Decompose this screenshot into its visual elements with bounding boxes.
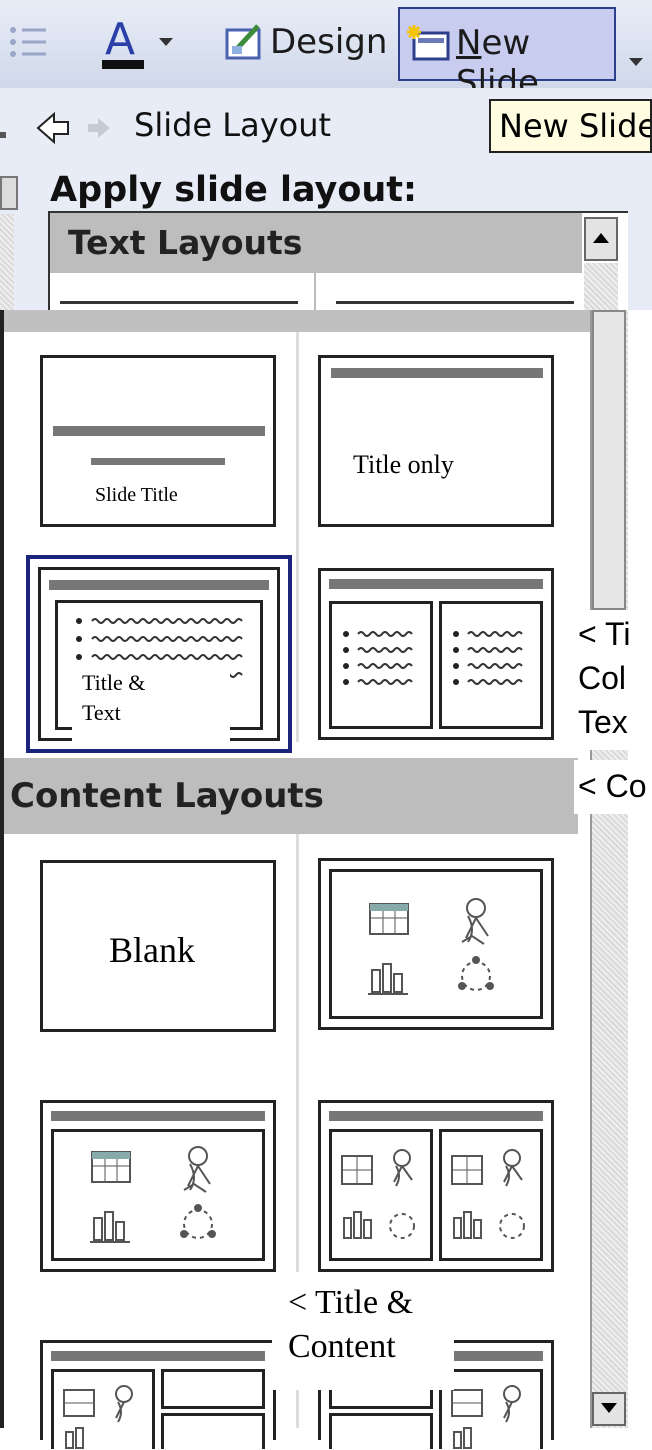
content-placeholder-icons: [63, 1385, 133, 1449]
annotation-two-column-line2: Col: [578, 660, 627, 696]
layout-gallery-top[interactable]: Text Layouts: [48, 211, 628, 313]
annotation-two-column-line1: < Ti: [578, 616, 631, 652]
subtitle-bar: [91, 458, 225, 465]
font-color-icon[interactable]: A: [100, 10, 146, 72]
annotation-title-content-line2: Content: [288, 1328, 396, 1365]
title-bar: [49, 580, 269, 590]
layout-title-only[interactable]: Title only: [318, 355, 554, 527]
left-edge-dot: [0, 132, 6, 138]
bullet-list-icon: [343, 631, 413, 685]
content-frame: [51, 1129, 265, 1261]
annotation-two-column-line3: Tex: [578, 704, 628, 740]
right-bottom-content-frame: [161, 1413, 265, 1449]
layout-title-and-content[interactable]: [40, 1100, 276, 1272]
column-divider: [314, 273, 316, 313]
section-header-content-layouts: Content Layouts: [4, 758, 578, 834]
apply-layout-label: Apply slide layout:: [50, 170, 418, 210]
design-icon: [224, 22, 264, 62]
chart-icon: [368, 963, 408, 995]
right-content-frame: [439, 1369, 543, 1449]
new-slide-dropdown-icon[interactable]: [626, 52, 646, 72]
section-header-text-layouts: Text Layouts: [50, 213, 582, 273]
title-bar: [51, 1351, 265, 1361]
caption-title-text-line2: Text: [82, 700, 121, 725]
back-arrow-icon[interactable]: [34, 110, 74, 146]
title-bar: [53, 426, 265, 436]
gallery-scrollbar-thumb[interactable]: [592, 310, 626, 610]
scroll-down-icon: [601, 1403, 617, 1413]
font-color-dropdown-icon[interactable]: [156, 32, 176, 52]
new-slide-icon: [406, 23, 452, 63]
diagram-icon: [458, 956, 494, 991]
thumb-top-edge-2: [336, 301, 574, 304]
scroll-track-top: [584, 263, 618, 312]
layout-blank[interactable]: Blank: [40, 860, 276, 1032]
new-slide-button[interactable]: New Slide: [398, 7, 616, 103]
scroll-up-icon: [593, 233, 609, 243]
bullet-list-icon: [453, 631, 523, 685]
annotation-content-box: < Co: [574, 760, 652, 814]
thumb-top-edge-1: [60, 301, 298, 304]
content-placeholder-icons: [368, 898, 494, 995]
layout-title-two-column-text[interactable]: [318, 568, 554, 740]
title-bar: [331, 368, 543, 378]
caption-slide-title: Slide Title: [95, 484, 178, 506]
content-placeholder-icons: [451, 1149, 525, 1239]
layout-content[interactable]: [318, 858, 554, 1030]
svg-text:A: A: [105, 14, 135, 65]
scroll-down-button[interactable]: [592, 1392, 626, 1426]
forward-arrow-icon[interactable]: [84, 114, 114, 142]
annotation-content-line1: < Co: [578, 768, 647, 804]
caption-title-text-box: Title & Text: [72, 662, 230, 748]
left-content-frame: [329, 1129, 433, 1261]
layout-title-slide[interactable]: Slide Title: [40, 355, 276, 527]
task-pane-title: Slide Layout: [134, 106, 332, 144]
left-bottom-content-frame: [329, 1413, 433, 1449]
left-content-frame: [51, 1369, 155, 1449]
content-placeholder-icons: [341, 1149, 415, 1239]
formatting-toolbar: A Design New Slide: [0, 0, 652, 103]
annotation-two-column-box: < Ti Col Tex: [574, 610, 652, 750]
new-slide-mnemonic: N: [456, 23, 482, 63]
right-column-frame: [439, 601, 543, 729]
right-content-frame: [439, 1129, 543, 1261]
new-slide-tooltip: New Slide: [489, 99, 652, 153]
title-bar: [329, 579, 543, 589]
scroll-up-button[interactable]: [584, 217, 618, 261]
right-top-content-frame: [161, 1369, 265, 1409]
content-placeholder-icons: [451, 1385, 521, 1449]
title-bar: [329, 1111, 543, 1121]
content-placeholder-icons: [90, 1146, 216, 1243]
annotation-title-content-box: < Title & Content: [272, 1272, 454, 1390]
annotation-title-content-line1: < Title &: [288, 1284, 414, 1321]
caption-blank: Blank: [109, 930, 195, 970]
clipart-person-icon: [461, 898, 489, 945]
right-margin: [628, 310, 652, 1428]
table-icon: [369, 903, 409, 935]
caption-title-only: Title only: [353, 450, 454, 479]
content-frame: [329, 869, 543, 1019]
layout-gallery[interactable]: Slide Title Title only Title & Text Cont…: [0, 310, 590, 1449]
design-label: Design: [270, 22, 388, 62]
column-divider-main: [296, 332, 299, 742]
left-column-frame: [329, 601, 433, 729]
left-scroll-button[interactable]: [0, 176, 18, 210]
left-scroll-track: [0, 214, 14, 310]
caption-title-text-line1: Title &: [82, 670, 146, 695]
section-header-strip: [4, 310, 590, 332]
bullets-icon[interactable]: [8, 22, 48, 62]
title-bar: [51, 1111, 265, 1121]
layout-title-content-and-2-content[interactable]: [40, 1340, 276, 1449]
design-button[interactable]: Design: [224, 16, 394, 72]
layout-title-two-content[interactable]: [318, 1100, 554, 1272]
